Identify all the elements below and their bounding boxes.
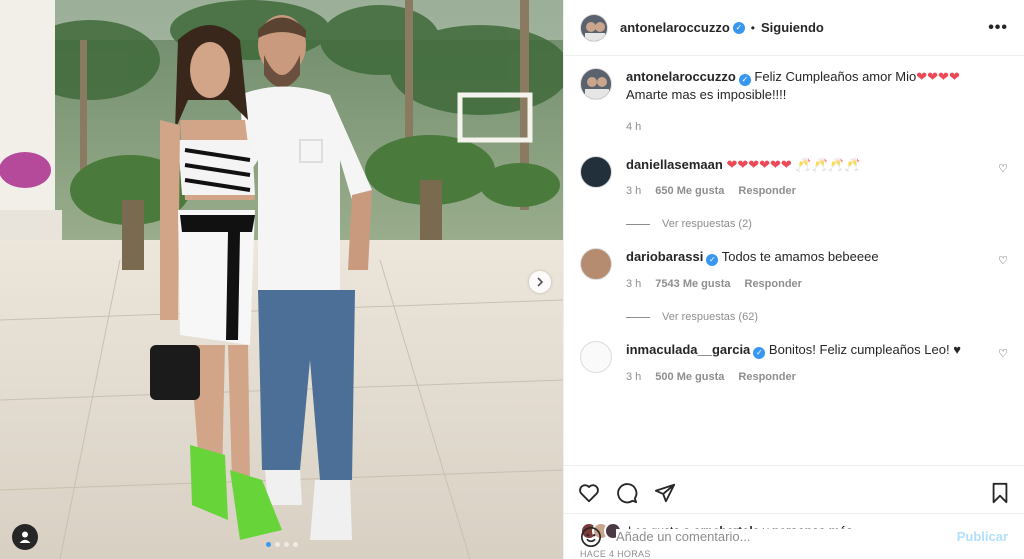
carousel-dot [274, 542, 280, 547]
reply-button[interactable]: Responder [745, 276, 802, 293]
user-tag-button[interactable] [12, 524, 38, 550]
post-actions-bar [564, 465, 1024, 519]
comment-likes[interactable]: 650 Me gusta [655, 183, 724, 200]
view-replies-button[interactable]: Ver respuestas (2) [626, 218, 1008, 230]
reply-button[interactable]: Responder [738, 183, 795, 200]
verified-badge-icon: ✓ [732, 21, 745, 34]
carousel-dot [265, 542, 271, 547]
caption-username[interactable]: antonelaroccuzzo [626, 69, 736, 84]
heart-icon[interactable] [578, 482, 600, 504]
reply-button[interactable]: Responder [738, 369, 795, 386]
comment-time[interactable]: 3 h [626, 183, 641, 200]
next-image-button[interactable] [529, 271, 551, 293]
carousel-dots [265, 542, 298, 547]
comment-item: inmaculada__garcia ✓ Bonitos! Feliz cumpl… [580, 341, 1008, 386]
post-side-panel: antonelaroccuzzo ✓ • Siguiendo ••• anton… [563, 0, 1024, 559]
post-photo [0, 0, 563, 559]
comment-text: Bonitos! Feliz cumpleaños Leo! ♥ [768, 342, 961, 357]
publish-button[interactable]: Publicar [957, 529, 1008, 544]
comment-likes[interactable]: 7543 Me gusta [655, 276, 730, 293]
comment-time[interactable]: 3 h [626, 276, 641, 293]
author-username[interactable]: antonelaroccuzzo [620, 20, 730, 35]
view-replies-button[interactable]: Ver respuestas (62) [626, 311, 1008, 323]
carousel-dot [283, 542, 289, 547]
share-icon[interactable] [654, 482, 676, 504]
comment-input[interactable] [616, 529, 957, 544]
smiley-icon[interactable] [580, 526, 602, 548]
commenter-username[interactable]: dariobarassi [626, 249, 703, 264]
more-options-icon[interactable]: ••• [988, 19, 1008, 37]
comment-like-heart-icon[interactable]: ♡ [998, 347, 1008, 360]
comment-item: dariobarassi ✓ Todos te amamos bebeeee 3 … [580, 248, 1008, 293]
commenter-avatar[interactable] [580, 341, 612, 373]
avatar-image [581, 69, 611, 99]
following-button[interactable]: Siguiendo [761, 20, 824, 35]
caption-avatar[interactable] [580, 68, 612, 100]
view-replies-label: Ver respuestas (2) [662, 218, 752, 230]
comments-list: antonelaroccuzzo ✓ Feliz Cumpleaños amor … [564, 56, 1024, 465]
caption-text: Feliz Cumpleaños amor Mio [754, 69, 917, 84]
caption-time[interactable]: 4 h [626, 119, 641, 136]
comment-icon[interactable] [616, 482, 638, 504]
view-replies-label: Ver respuestas (62) [662, 311, 758, 323]
comment-like-heart-icon[interactable]: ♡ [998, 162, 1008, 175]
comment-text: Todos te amamos bebeeee [721, 249, 879, 264]
comment-like-heart-icon[interactable]: ♡ [998, 254, 1008, 267]
comment-time[interactable]: 3 h [626, 369, 641, 386]
verified-badge-icon: ✓ [753, 347, 766, 359]
commenter-avatar[interactable] [580, 248, 612, 280]
bookmark-icon[interactable] [990, 482, 1010, 504]
separator-dot: • [750, 20, 755, 35]
commenter-username[interactable]: daniellasemaan [626, 157, 723, 172]
verified-badge-icon: ✓ [738, 74, 751, 86]
verified-badge-icon: ✓ [706, 254, 719, 266]
comment-item: daniellasemaan ❤❤❤❤❤❤ 🥂🥂🥂🥂 3 h 650 Me gu… [580, 156, 1008, 200]
chevron-right-icon [537, 277, 544, 287]
instagram-post-modal: antonelaroccuzzo ✓ • Siguiendo ••• anton… [0, 0, 1024, 559]
caption-emoji: ❤❤❤❤ [916, 69, 960, 84]
author-avatar[interactable] [580, 13, 608, 42]
post-header: antonelaroccuzzo ✓ • Siguiendo ••• [564, 0, 1024, 56]
commenter-username[interactable]: inmaculada__garcia [626, 342, 750, 357]
commenter-avatar[interactable] [580, 156, 612, 188]
caption: antonelaroccuzzo ✓ Feliz Cumpleaños amor … [580, 68, 1008, 136]
add-comment-bar: Publicar [564, 513, 1024, 559]
carousel-dot [292, 542, 298, 547]
comment-likes[interactable]: 500 Me gusta [655, 369, 724, 386]
comment-text: ❤❤❤❤❤❤ 🥂🥂🥂🥂 [726, 157, 861, 172]
caption-text-2: Amarte mas es imposible!!!! [626, 87, 787, 102]
user-tag-icon [19, 531, 31, 543]
avatar-image [581, 14, 607, 41]
photo-scene [0, 0, 563, 559]
